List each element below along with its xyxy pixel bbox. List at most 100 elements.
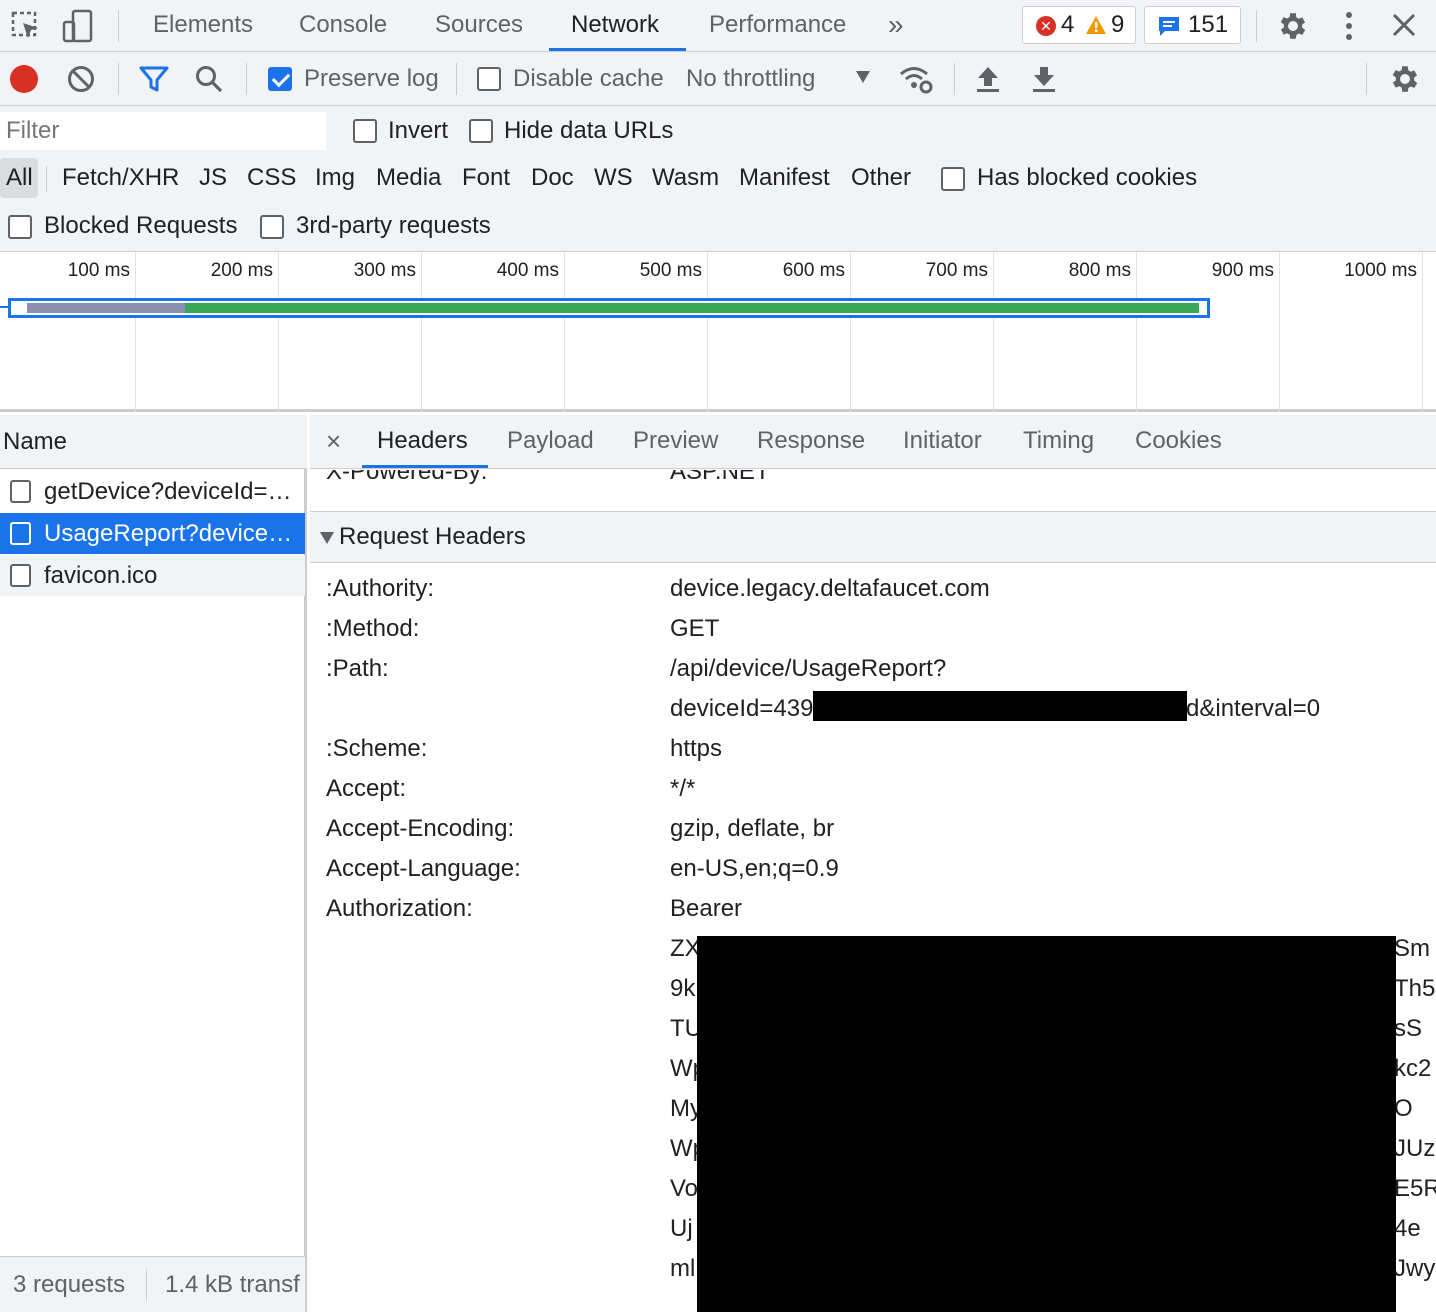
divider (456, 63, 457, 95)
token-fragment: JUz (1394, 1135, 1436, 1162)
issues-counter-badge[interactable]: ✕ 4 9 (1022, 6, 1136, 44)
type-filter-manifest[interactable]: Manifest (739, 158, 830, 198)
tab-console[interactable]: Console (299, 0, 387, 52)
request-headers-section[interactable]: Request Headers (310, 511, 1436, 563)
warning-icon (1085, 14, 1107, 36)
grid-line (850, 252, 851, 412)
type-filter-js[interactable]: JS (199, 158, 227, 198)
message-icon (1157, 14, 1181, 38)
import-har-icon[interactable] (974, 64, 1002, 94)
invert-checkbox[interactable] (353, 119, 377, 143)
preserve-log-label: Preserve log (304, 65, 439, 92)
type-filter-ws[interactable]: WS (594, 158, 633, 198)
type-filter-css[interactable]: CSS (247, 158, 296, 198)
tab-elements[interactable]: Elements (153, 0, 253, 52)
header-value: GET (670, 615, 720, 642)
request-count: 3 requests (13, 1271, 126, 1298)
filter-input[interactable] (0, 112, 326, 150)
timeline-lead-line (0, 306, 8, 308)
header-value: Bearer (670, 895, 743, 922)
type-filter-doc[interactable]: Doc (531, 158, 574, 198)
type-filter-img[interactable]: Img (315, 158, 355, 198)
settings-gear-icon[interactable] (1276, 9, 1310, 43)
token-fragment: ml (670, 1255, 696, 1282)
timeline-download-segment (185, 303, 1199, 313)
details-tabbar: × Headers Payload Preview Response Initi… (310, 415, 1436, 469)
tab-timing[interactable]: Timing (1023, 415, 1094, 469)
close-devtools-icon[interactable] (1391, 12, 1417, 38)
error-count: 4 (1061, 11, 1075, 38)
tick-label: 800 ms (1068, 260, 1131, 281)
request-row-selected[interactable]: UsageReport?device… (0, 513, 305, 554)
token-fragment: Uj (670, 1215, 693, 1242)
warning-count: 9 (1111, 11, 1125, 38)
third-party-requests-checkbox[interactable] (260, 215, 284, 239)
type-filter-fetch-xhr[interactable]: Fetch/XHR (62, 158, 179, 198)
network-overview-timeline[interactable]: 100 ms 200 ms 300 ms 400 ms 500 ms 600 m… (0, 252, 1436, 412)
divider (118, 63, 119, 95)
type-filter-font[interactable]: Font (462, 158, 510, 198)
throttling-select[interactable]: No throttling (680, 52, 880, 106)
more-options-icon[interactable] (1338, 10, 1360, 42)
hide-data-urls-checkbox[interactable] (469, 119, 493, 143)
timeline-queue-segment (13, 303, 25, 313)
search-icon[interactable] (194, 64, 224, 94)
tab-cookies[interactable]: Cookies (1135, 415, 1222, 469)
redaction-block (697, 936, 1396, 1312)
more-tabs-icon[interactable]: » (888, 0, 904, 52)
token-fragment: 4e (1394, 1215, 1421, 1242)
close-details-icon[interactable]: × (326, 415, 341, 469)
tick-label: 300 ms (353, 260, 416, 281)
name-column-header[interactable]: Name (0, 415, 307, 469)
disable-cache-checkbox[interactable] (477, 67, 501, 91)
network-conditions-icon[interactable] (898, 63, 934, 95)
header-key: Accept-Encoding: (326, 815, 515, 842)
tab-payload[interactable]: Payload (507, 415, 594, 469)
collapse-triangle-icon (320, 532, 334, 544)
token-fragment: Jwy (1394, 1255, 1436, 1282)
device-toolbar-icon[interactable] (60, 8, 96, 44)
header-value: */* (670, 775, 696, 802)
header-value: ASP.NET (670, 470, 770, 485)
token-fragment: Sm (1394, 935, 1430, 962)
header-key: Accept: (326, 775, 407, 802)
divider (46, 166, 47, 192)
devtools-main-tabbar: Elements Console Sources Network Perform… (0, 0, 1436, 52)
blocked-requests-checkbox[interactable] (8, 215, 32, 239)
type-filter-other[interactable]: Other (851, 158, 911, 198)
request-list-panel: Name getDevice?deviceId=… UsageReport?de… (0, 415, 307, 1312)
tab-sources[interactable]: Sources (435, 0, 523, 52)
request-type-icon (10, 564, 31, 587)
inspect-element-icon[interactable] (10, 10, 42, 42)
grid-line (135, 252, 136, 412)
section-title: Request Headers (339, 523, 526, 550)
messages-counter-badge[interactable]: 151 (1144, 6, 1241, 44)
tab-network[interactable]: Network (571, 0, 659, 52)
export-har-icon[interactable] (1030, 64, 1058, 94)
tab-preview[interactable]: Preview (633, 415, 718, 469)
preserve-log-checkbox[interactable] (268, 67, 292, 91)
has-blocked-cookies-checkbox[interactable] (941, 167, 965, 191)
header-value: gzip, deflate, br (670, 815, 835, 842)
tab-response[interactable]: Response (757, 415, 865, 469)
filter-bar: Invert Hide data URLs All Fetch/XHR JS C… (0, 106, 1436, 252)
divider (1366, 63, 1367, 95)
header-value: https (670, 735, 723, 762)
header-value: d&interval=0 (1186, 695, 1321, 722)
network-settings-gear-icon[interactable] (1388, 62, 1422, 96)
filter-icon[interactable] (138, 64, 170, 94)
token-fragment: Th5 (1394, 975, 1436, 1002)
request-row[interactable]: getDevice?deviceId=… (0, 471, 305, 512)
request-details-panel: × Headers Payload Preview Response Initi… (310, 415, 1436, 1312)
request-row[interactable]: favicon.ico (0, 555, 305, 596)
header-value: en-US,en;q=0.9 (670, 855, 839, 882)
type-filter-all[interactable]: All (6, 158, 33, 198)
clear-icon[interactable] (66, 64, 96, 94)
tab-initiator[interactable]: Initiator (903, 415, 982, 469)
record-button[interactable] (10, 65, 38, 93)
type-filter-wasm[interactable]: Wasm (652, 158, 719, 198)
type-filter-media[interactable]: Media (376, 158, 441, 198)
third-party-requests-label: 3rd-party requests (296, 212, 491, 239)
tab-performance[interactable]: Performance (709, 0, 846, 52)
tab-headers[interactable]: Headers (377, 415, 468, 469)
